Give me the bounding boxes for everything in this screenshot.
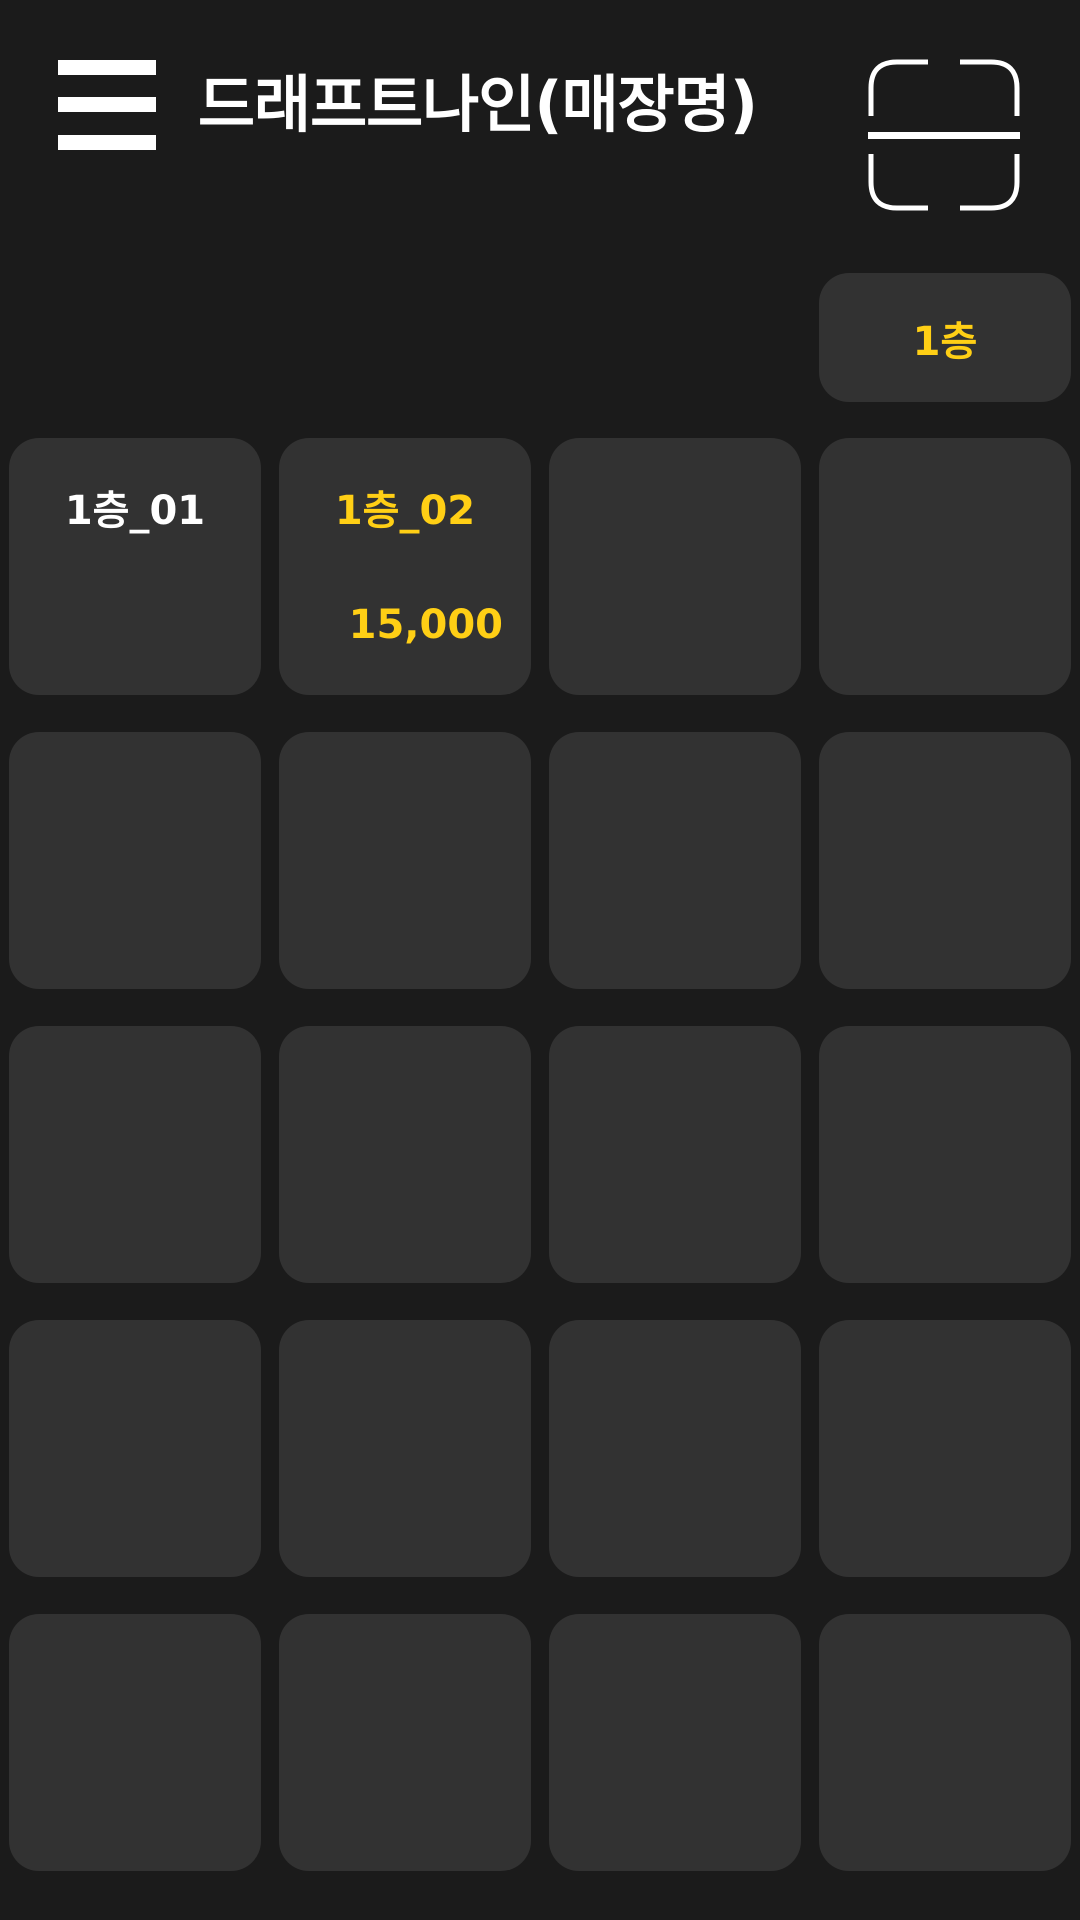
store-title: 드래프트나인(매장명) — [198, 68, 758, 141]
table-tile[interactable] — [819, 438, 1071, 695]
table-name: 1층_01 — [64, 488, 206, 534]
table-tile[interactable] — [549, 438, 801, 695]
floor-tab-selected[interactable]: 1층 — [819, 273, 1071, 402]
table-tile[interactable] — [819, 1320, 1071, 1577]
table-tile[interactable] — [279, 732, 531, 989]
table-tile[interactable] — [549, 1614, 801, 1871]
table-name: 1층_02 — [334, 488, 476, 534]
table-tile[interactable] — [819, 1026, 1071, 1283]
table-tile[interactable]: 1층_02 15,000 — [279, 438, 531, 695]
table-tile[interactable] — [549, 732, 801, 989]
menu-bar — [58, 135, 156, 150]
table-tile[interactable] — [819, 1614, 1071, 1871]
table-grid: 1층_01 1층_02 15,000 — [9, 438, 1071, 1871]
table-tile[interactable] — [9, 732, 261, 989]
table-amount: 15,000 — [348, 602, 503, 648]
table-tile[interactable]: 1층_01 — [9, 438, 261, 695]
menu-bar — [58, 97, 156, 112]
table-tile[interactable] — [9, 1320, 261, 1577]
table-tile[interactable] — [279, 1026, 531, 1283]
table-tile[interactable] — [9, 1614, 261, 1871]
table-tile[interactable] — [819, 732, 1071, 989]
menu-bar — [58, 60, 156, 75]
qr-scan-icon[interactable] — [868, 58, 1020, 212]
table-tile[interactable] — [549, 1026, 801, 1283]
table-tile[interactable] — [279, 1614, 531, 1871]
table-tile[interactable] — [549, 1320, 801, 1577]
hamburger-menu-icon[interactable] — [58, 60, 156, 150]
table-tile[interactable] — [9, 1026, 261, 1283]
table-tile[interactable] — [279, 1320, 531, 1577]
